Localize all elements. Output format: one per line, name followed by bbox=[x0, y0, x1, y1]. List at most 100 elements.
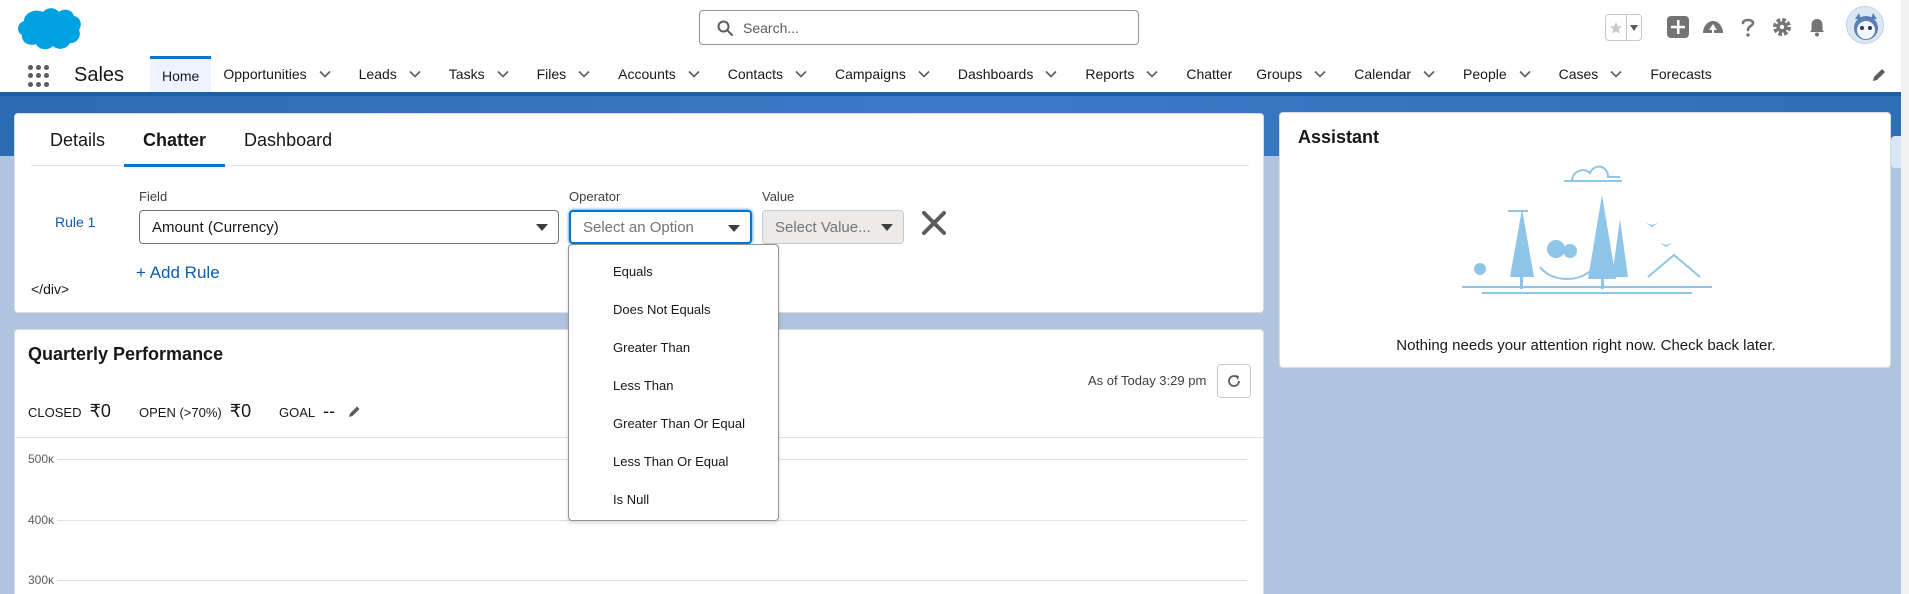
y-axis-tick-label: 300ĸ bbox=[28, 573, 55, 587]
help-icon[interactable] bbox=[1736, 15, 1760, 39]
nav-item-opportunities[interactable]: Opportunities bbox=[211, 56, 346, 92]
chevron-down-icon[interactable] bbox=[795, 70, 807, 78]
global-add-icon[interactable] bbox=[1666, 15, 1690, 39]
chevron-down-icon[interactable] bbox=[1610, 70, 1622, 78]
chevron-down-icon bbox=[536, 224, 548, 231]
nav-item-people[interactable]: People bbox=[1451, 56, 1547, 92]
operator-select-placeholder: Select an Option bbox=[583, 218, 694, 236]
value-select[interactable]: Select Value... bbox=[762, 210, 904, 244]
nav-item-groups[interactable]: Groups bbox=[1244, 56, 1342, 92]
as-of-timestamp: As of Today 3:29 pm bbox=[1088, 373, 1207, 388]
tab-chatter[interactable]: Chatter bbox=[124, 114, 226, 167]
card-title: Quarterly Performance bbox=[28, 344, 224, 364]
operator-label: Operator bbox=[569, 189, 621, 204]
trailhead-icon[interactable] bbox=[1701, 15, 1725, 39]
chevron-down-icon[interactable] bbox=[1146, 70, 1158, 78]
value-select-placeholder: Select Value... bbox=[775, 218, 871, 236]
nav-item-campaigns[interactable]: Campaigns bbox=[823, 56, 946, 92]
operator-select[interactable]: Select an Option bbox=[569, 210, 752, 244]
chevron-down-icon[interactable] bbox=[409, 70, 421, 78]
global-header: Search... bbox=[0, 0, 1909, 56]
refresh-button[interactable] bbox=[1217, 364, 1251, 398]
chevron-down-icon[interactable] bbox=[688, 70, 700, 78]
operator-option[interactable]: Equals bbox=[569, 252, 778, 290]
chart-gridline bbox=[57, 580, 1247, 581]
notifications-bell-icon[interactable] bbox=[1805, 15, 1829, 39]
remove-rule-close-icon[interactable] bbox=[917, 206, 951, 240]
nav-item-files[interactable]: Files bbox=[525, 56, 607, 92]
nav-item-label: Reports bbox=[1085, 66, 1135, 82]
app-name: Sales bbox=[74, 64, 125, 86]
add-rule-link[interactable]: + Add Rule bbox=[136, 263, 220, 283]
nav-item-chatter[interactable]: Chatter bbox=[1174, 56, 1244, 92]
page-scrollbar[interactable] bbox=[1901, 0, 1909, 594]
nav-item-leads[interactable]: Leads bbox=[347, 56, 437, 92]
tab-dashboard[interactable]: Dashboard bbox=[225, 114, 351, 166]
nav-item-label: Leads bbox=[358, 66, 397, 82]
kpi-goal-label: GOAL bbox=[279, 405, 316, 420]
operator-option[interactable]: Does Not Equals bbox=[569, 290, 778, 328]
chevron-down-icon[interactable] bbox=[319, 70, 331, 78]
favorites-caret-icon[interactable] bbox=[1627, 15, 1641, 40]
kpi-closed-value: ₹0 bbox=[89, 401, 111, 421]
tab-details[interactable]: Details bbox=[31, 114, 124, 166]
nav-item-label: Contacts bbox=[727, 66, 783, 82]
user-avatar[interactable] bbox=[1846, 6, 1884, 44]
chevron-down-icon[interactable] bbox=[578, 70, 590, 78]
nav-item-dashboards[interactable]: Dashboards bbox=[946, 56, 1074, 92]
operator-option[interactable]: Less Than Or Equal bbox=[569, 442, 778, 480]
field-label: Field bbox=[139, 189, 168, 204]
nav-item-label: Dashboards bbox=[957, 66, 1034, 82]
rule-label: Rule 1 bbox=[55, 214, 96, 230]
kpi-open: OPEN (>70%) ₹0 bbox=[139, 401, 251, 422]
nav-item-label: Forecasts bbox=[1650, 66, 1712, 82]
nav-item-label: Tasks bbox=[448, 66, 485, 82]
nav-item-home[interactable]: Home bbox=[150, 56, 212, 92]
assistant-card: Assistant Nothing needs your attention r… bbox=[1279, 112, 1891, 368]
nav-item-label: Chatter bbox=[1186, 66, 1233, 82]
chevron-down-icon[interactable] bbox=[497, 70, 509, 78]
field-select[interactable]: Amount (Currency) bbox=[139, 210, 559, 244]
edit-goal-pencil-icon[interactable] bbox=[348, 404, 362, 418]
app-launcher-icon[interactable] bbox=[28, 65, 50, 87]
global-search[interactable]: Search... bbox=[699, 10, 1139, 45]
setup-gear-icon[interactable] bbox=[1770, 15, 1794, 39]
chevron-down-icon[interactable] bbox=[1423, 70, 1435, 78]
nav-item-label: Opportunities bbox=[223, 66, 307, 82]
nav-item-forecasts[interactable]: Forecasts bbox=[1638, 56, 1723, 92]
salesforce-logo[interactable] bbox=[16, 6, 82, 52]
operator-dropdown-menu: Equals Does Not Equals Greater Than Less Th… bbox=[568, 244, 779, 521]
nav-item-label: Home bbox=[162, 67, 200, 84]
nav-item-cases[interactable]: Cases bbox=[1547, 56, 1639, 92]
y-axis-tick-label: 400ĸ bbox=[28, 513, 55, 527]
kpi-closed: CLOSED ₹0 bbox=[28, 401, 111, 422]
nav-item-label: Campaigns bbox=[835, 66, 906, 82]
chevron-down-icon[interactable] bbox=[1045, 70, 1057, 78]
y-axis-tick-label: 500ĸ bbox=[28, 452, 55, 466]
field-select-value: Amount (Currency) bbox=[152, 218, 279, 236]
chevron-down-icon[interactable] bbox=[1519, 70, 1531, 78]
edit-nav-pencil-icon[interactable] bbox=[1871, 67, 1887, 83]
nav-item-calendar[interactable]: Calendar bbox=[1342, 56, 1451, 92]
kpi-closed-label: CLOSED bbox=[28, 405, 82, 420]
chevron-down-icon[interactable] bbox=[1314, 70, 1326, 78]
nav-item-label: Files bbox=[536, 66, 567, 82]
nav-item-tasks[interactable]: Tasks bbox=[437, 56, 525, 92]
kpi-open-value: ₹0 bbox=[229, 401, 252, 421]
kpi-goal-value: -- bbox=[323, 401, 336, 421]
chevron-down-icon[interactable] bbox=[918, 70, 930, 78]
chevron-down-icon bbox=[881, 224, 893, 231]
empty-state-camping-illustration bbox=[1462, 165, 1712, 294]
favorites-group bbox=[1605, 14, 1642, 41]
operator-option[interactable]: Is Null bbox=[569, 480, 778, 518]
nav-item-contacts[interactable]: Contacts bbox=[716, 56, 823, 92]
nav-item-accounts[interactable]: Accounts bbox=[606, 56, 716, 92]
operator-option[interactable]: Greater Than bbox=[569, 328, 778, 366]
nav-item-label: Calendar bbox=[1354, 66, 1412, 82]
kpi-goal: GOAL -- bbox=[279, 401, 335, 422]
favorites-star-icon[interactable] bbox=[1606, 15, 1628, 40]
operator-option[interactable]: Greater Than Or Equal bbox=[569, 404, 778, 442]
nav-item-reports[interactable]: Reports bbox=[1073, 56, 1174, 92]
operator-option[interactable]: Less Than bbox=[569, 366, 778, 404]
record-tabs: Details Chatter Dashboard bbox=[31, 114, 1249, 167]
